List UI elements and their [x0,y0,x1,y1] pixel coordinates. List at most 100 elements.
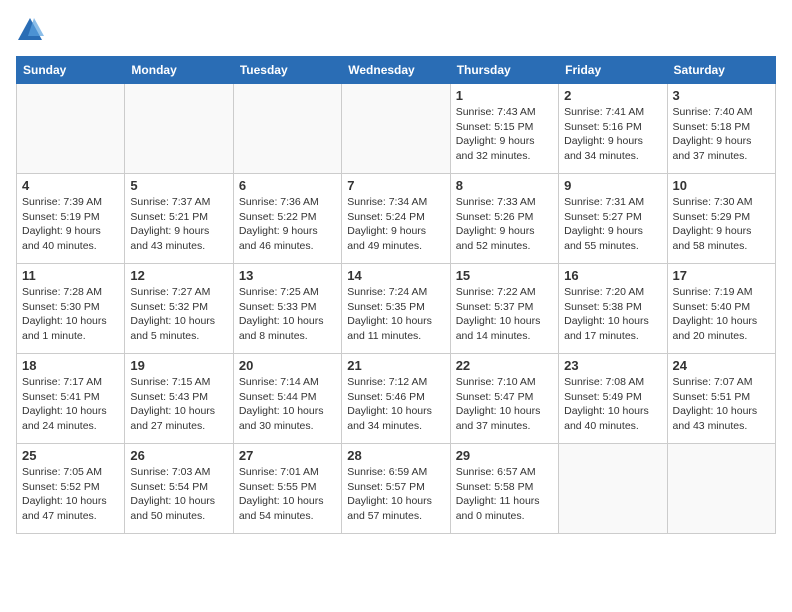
day-info: Sunrise: 7:25 AM Sunset: 5:33 PM Dayligh… [239,285,336,344]
day-number: 1 [456,88,553,103]
calendar-cell: 10 Sunrise: 7:30 AM Sunset: 5:29 PM Dayli… [667,174,775,264]
calendar-week-row: 4 Sunrise: 7:39 AM Sunset: 5:19 PM Daylig… [17,174,776,264]
day-number: 12 [130,268,227,283]
day-info: Sunrise: 7:37 AM Sunset: 5:21 PM Dayligh… [130,195,227,254]
day-info: Sunrise: 7:22 AM Sunset: 5:37 PM Dayligh… [456,285,553,344]
day-info: Sunrise: 7:07 AM Sunset: 5:51 PM Dayligh… [673,375,770,434]
day-info: Sunrise: 7:27 AM Sunset: 5:32 PM Dayligh… [130,285,227,344]
calendar-week-row: 18Sunrise: 7:17 AM Sunset: 5:41 PM Dayli… [17,354,776,444]
day-number: 17 [673,268,770,283]
day-number: 8 [456,178,553,193]
calendar-cell: 18Sunrise: 7:17 AM Sunset: 5:41 PM Dayli… [17,354,125,444]
calendar-cell: 27Sunrise: 7:01 AM Sunset: 5:55 PM Dayli… [233,444,341,534]
day-number: 7 [347,178,444,193]
weekday-header: Sunday [17,57,125,84]
weekday-header: Tuesday [233,57,341,84]
day-number: 15 [456,268,553,283]
day-number: 4 [22,178,119,193]
calendar-cell: 3 Sunrise: 7:40 AM Sunset: 5:18 PM Daylig… [667,84,775,174]
day-info: Sunrise: 7:14 AM Sunset: 5:44 PM Dayligh… [239,375,336,434]
calendar-cell: 4 Sunrise: 7:39 AM Sunset: 5:19 PM Daylig… [17,174,125,264]
calendar-cell [559,444,667,534]
day-number: 11 [22,268,119,283]
day-info: Sunrise: 7:05 AM Sunset: 5:52 PM Dayligh… [22,465,119,524]
logo-icon [16,16,44,44]
weekday-header: Thursday [450,57,558,84]
day-number: 2 [564,88,661,103]
calendar-cell: 29 Sunrise: 6:57 AM Sunset: 5:58 PM Dayli… [450,444,558,534]
calendar-cell: 12 Sunrise: 7:27 AM Sunset: 5:32 PM Dayli… [125,264,233,354]
day-number: 28 [347,448,444,463]
calendar-cell [233,84,341,174]
day-info: Sunrise: 7:36 AM Sunset: 5:22 PM Dayligh… [239,195,336,254]
logo [16,16,48,44]
calendar-cell: 1 Sunrise: 7:43 AM Sunset: 5:15 PM Daylig… [450,84,558,174]
day-info: Sunrise: 7:17 AM Sunset: 5:41 PM Dayligh… [22,375,119,434]
calendar-week-row: 11 Sunrise: 7:28 AM Sunset: 5:30 PM Dayli… [17,264,776,354]
day-info: Sunrise: 7:08 AM Sunset: 5:49 PM Dayligh… [564,375,661,434]
day-number: 26 [130,448,227,463]
day-number: 16 [564,268,661,283]
day-number: 10 [673,178,770,193]
day-number: 25 [22,448,119,463]
day-info: Sunrise: 7:41 AM Sunset: 5:16 PM Dayligh… [564,105,661,164]
day-number: 14 [347,268,444,283]
weekday-header: Saturday [667,57,775,84]
day-info: Sunrise: 7:15 AM Sunset: 5:43 PM Dayligh… [130,375,227,434]
day-info: Sunrise: 7:19 AM Sunset: 5:40 PM Dayligh… [673,285,770,344]
day-info: Sunrise: 7:28 AM Sunset: 5:30 PM Dayligh… [22,285,119,344]
calendar-cell: 13 Sunrise: 7:25 AM Sunset: 5:33 PM Dayli… [233,264,341,354]
calendar-cell: 11 Sunrise: 7:28 AM Sunset: 5:30 PM Dayli… [17,264,125,354]
day-info: Sunrise: 7:34 AM Sunset: 5:24 PM Dayligh… [347,195,444,254]
day-info: Sunrise: 6:59 AM Sunset: 5:57 PM Dayligh… [347,465,444,524]
day-info: Sunrise: 7:39 AM Sunset: 5:19 PM Dayligh… [22,195,119,254]
day-number: 27 [239,448,336,463]
calendar-cell: 20 Sunrise: 7:14 AM Sunset: 5:44 PM Dayli… [233,354,341,444]
calendar-week-row: 1 Sunrise: 7:43 AM Sunset: 5:15 PM Daylig… [17,84,776,174]
day-info: Sunrise: 7:31 AM Sunset: 5:27 PM Dayligh… [564,195,661,254]
calendar-cell: 24 Sunrise: 7:07 AM Sunset: 5:51 PM Dayli… [667,354,775,444]
calendar-cell: 7 Sunrise: 7:34 AM Sunset: 5:24 PM Daylig… [342,174,450,264]
calendar-cell: 5 Sunrise: 7:37 AM Sunset: 5:21 PM Daylig… [125,174,233,264]
day-number: 21 [347,358,444,373]
day-info: Sunrise: 7:40 AM Sunset: 5:18 PM Dayligh… [673,105,770,164]
calendar-cell: 16 Sunrise: 7:20 AM Sunset: 5:38 PM Dayli… [559,264,667,354]
day-info: Sunrise: 6:57 AM Sunset: 5:58 PM Dayligh… [456,465,553,524]
calendar-cell: 17 Sunrise: 7:19 AM Sunset: 5:40 PM Dayli… [667,264,775,354]
calendar-cell: 19 Sunrise: 7:15 AM Sunset: 5:43 PM Dayli… [125,354,233,444]
calendar-cell: 23 Sunrise: 7:08 AM Sunset: 5:49 PM Dayli… [559,354,667,444]
calendar-cell: 6 Sunrise: 7:36 AM Sunset: 5:22 PM Daylig… [233,174,341,264]
day-info: Sunrise: 7:20 AM Sunset: 5:38 PM Dayligh… [564,285,661,344]
day-info: Sunrise: 7:30 AM Sunset: 5:29 PM Dayligh… [673,195,770,254]
day-number: 19 [130,358,227,373]
day-info: Sunrise: 7:43 AM Sunset: 5:15 PM Dayligh… [456,105,553,164]
day-number: 24 [673,358,770,373]
calendar-cell: 22 Sunrise: 7:10 AM Sunset: 5:47 PM Dayli… [450,354,558,444]
calendar-table: SundayMondayTuesdayWednesdayThursdayFrid… [16,56,776,534]
day-info: Sunrise: 7:10 AM Sunset: 5:47 PM Dayligh… [456,375,553,434]
calendar-cell [342,84,450,174]
day-number: 13 [239,268,336,283]
day-number: 22 [456,358,553,373]
day-info: Sunrise: 7:24 AM Sunset: 5:35 PM Dayligh… [347,285,444,344]
calendar-cell: 21 Sunrise: 7:12 AM Sunset: 5:46 PM Dayli… [342,354,450,444]
day-number: 23 [564,358,661,373]
day-info: Sunrise: 7:12 AM Sunset: 5:46 PM Dayligh… [347,375,444,434]
weekday-header: Friday [559,57,667,84]
day-number: 20 [239,358,336,373]
day-number: 9 [564,178,661,193]
calendar-cell: 9 Sunrise: 7:31 AM Sunset: 5:27 PM Daylig… [559,174,667,264]
calendar-week-row: 25 Sunrise: 7:05 AM Sunset: 5:52 PM Dayli… [17,444,776,534]
calendar-cell [667,444,775,534]
calendar-cell [125,84,233,174]
calendar-cell: 25 Sunrise: 7:05 AM Sunset: 5:52 PM Dayli… [17,444,125,534]
page-header [16,16,776,44]
day-number: 5 [130,178,227,193]
calendar-cell [17,84,125,174]
day-number: 29 [456,448,553,463]
day-number: 3 [673,88,770,103]
day-info: Sunrise: 7:33 AM Sunset: 5:26 PM Dayligh… [456,195,553,254]
calendar-header-row: SundayMondayTuesdayWednesdayThursdayFrid… [17,57,776,84]
calendar-cell: 15 Sunrise: 7:22 AM Sunset: 5:37 PM Dayli… [450,264,558,354]
day-number: 6 [239,178,336,193]
